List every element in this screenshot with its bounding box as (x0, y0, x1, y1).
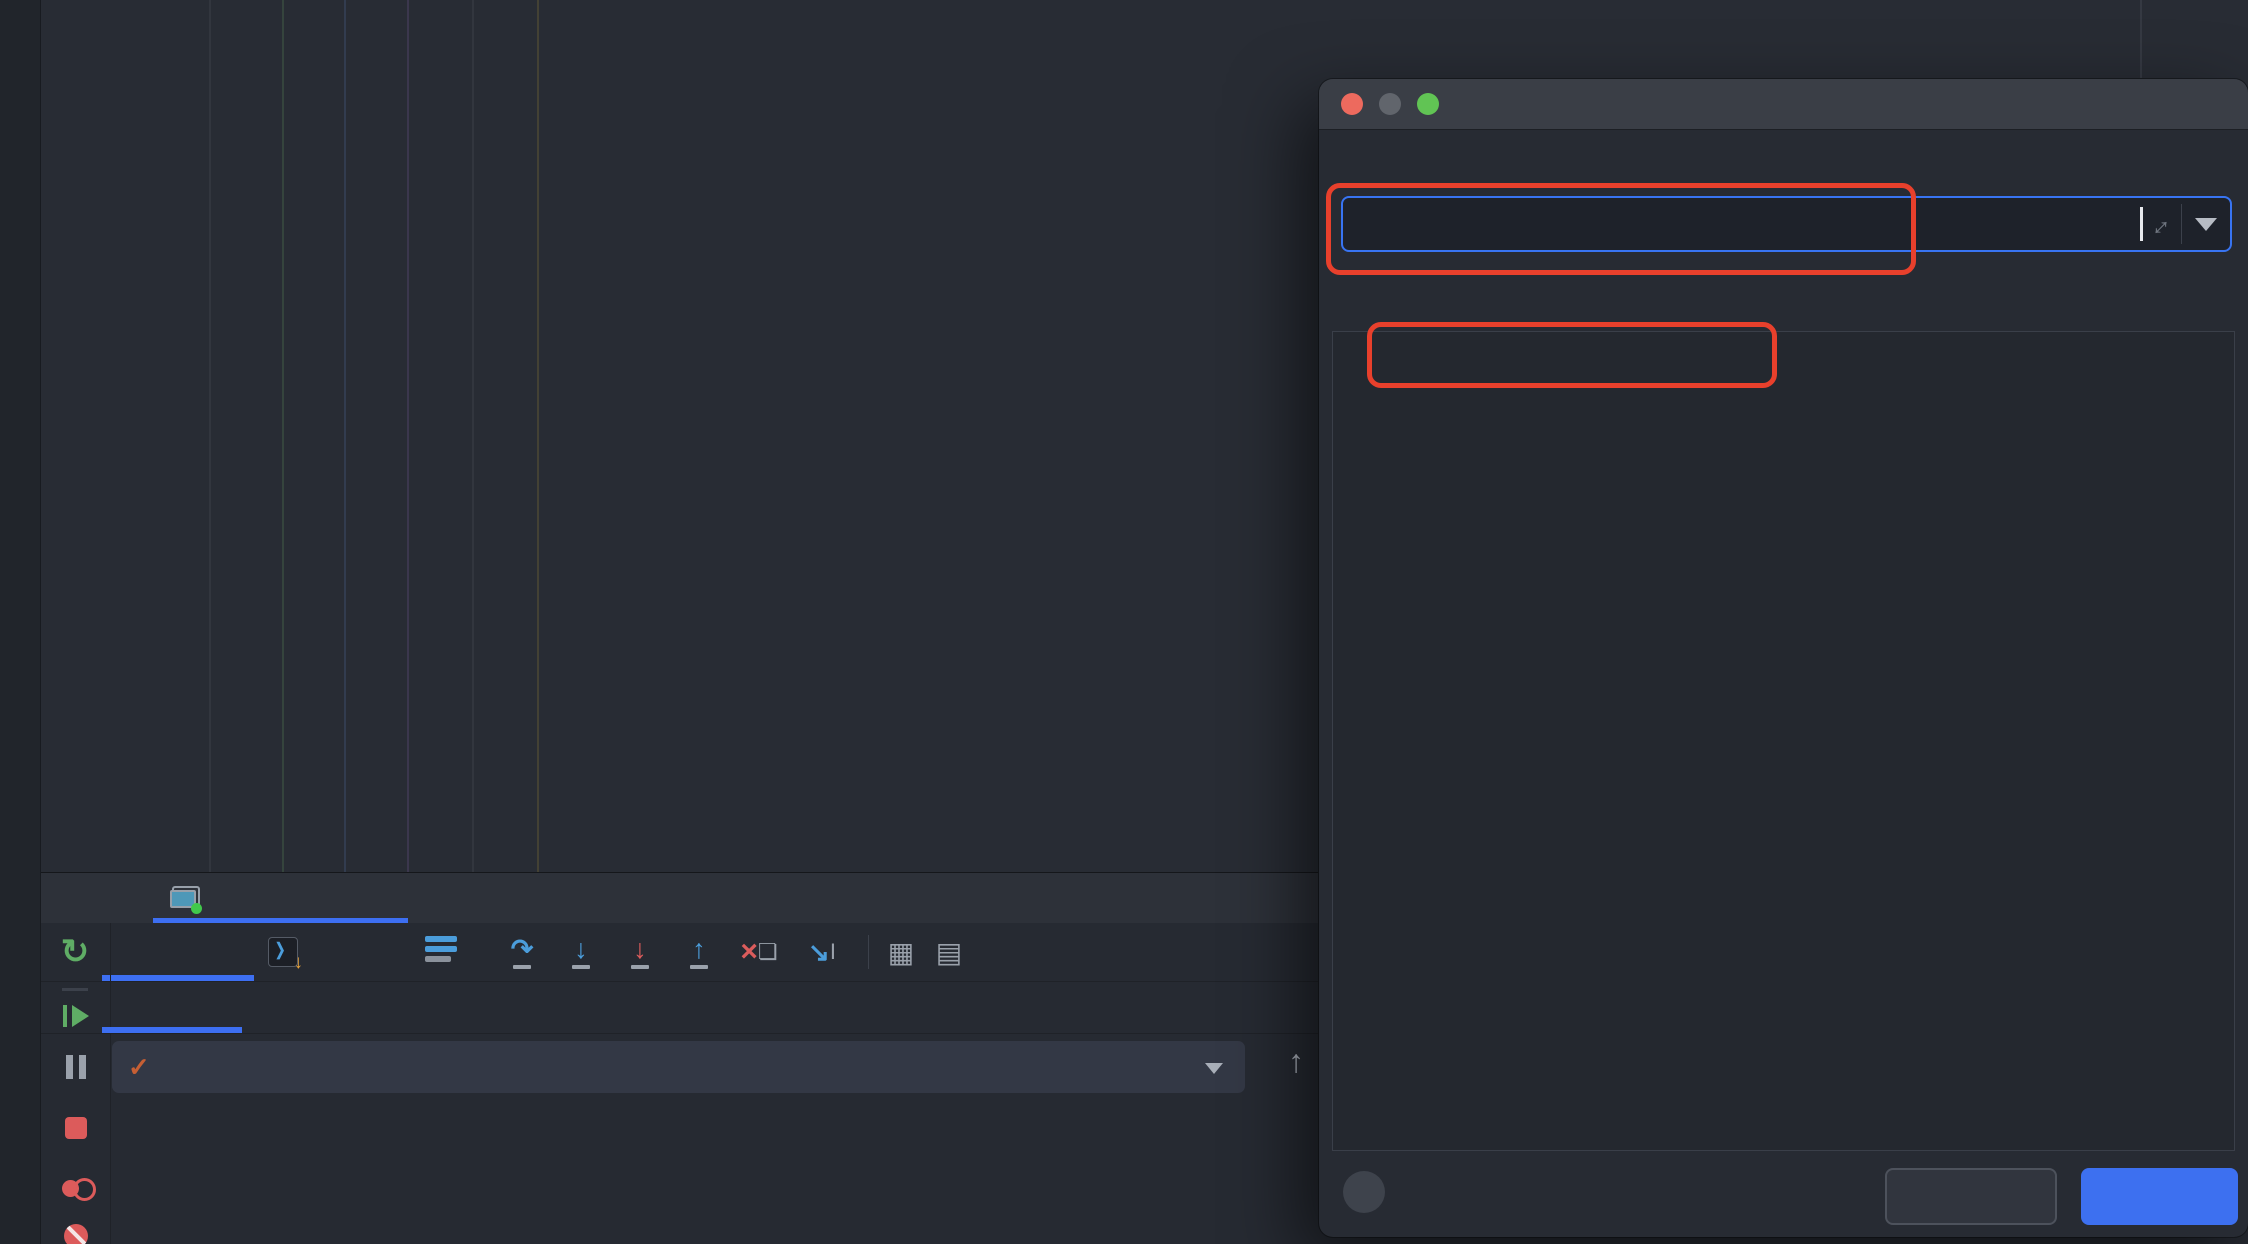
toolbar-separator (868, 935, 869, 969)
indent-guide (407, 0, 409, 872)
macos-minimize-button[interactable] (1379, 93, 1401, 115)
top-frame-icon[interactable]: ↑ (1288, 1043, 1304, 1080)
indent-guide (472, 0, 474, 872)
chevron-down-icon (1205, 1063, 1223, 1074)
rerun-button[interactable]: ↻ (56, 933, 94, 971)
history-dropdown-icon[interactable] (2182, 218, 2230, 231)
run-console-icon (170, 886, 200, 910)
evaluate-expression-button[interactable]: ▦ (882, 933, 920, 971)
layout-settings-button[interactable]: ▤ (930, 933, 968, 971)
macos-close-button[interactable] (1341, 93, 1363, 115)
ide-screen: ↻ ❭↓ ↷ ↓ ↓ ↑ ×❏ ↘I ▦ ▤ (0, 0, 2248, 1244)
drop-frame-button[interactable]: ×❏ (740, 933, 778, 971)
run-to-cursor-button[interactable]: ↘I (803, 933, 841, 971)
stop-button[interactable] (58, 1110, 94, 1146)
close-button[interactable] (1885, 1168, 2057, 1225)
threads-view-icon[interactable] (425, 936, 457, 966)
force-step-into-button[interactable]: ↓ (621, 933, 659, 971)
expression-input[interactable]: ↔ (1341, 196, 2232, 252)
thread-dropdown[interactable]: ✓ (112, 1041, 1245, 1093)
evaluate-button[interactable] (2081, 1168, 2238, 1225)
help-button[interactable] (1343, 1171, 1385, 1213)
macos-zoom-button[interactable] (1417, 93, 1439, 115)
step-out-button[interactable]: ↑ (680, 933, 718, 971)
dialog-titlebar[interactable] (1319, 79, 2248, 130)
indent-guide (537, 0, 539, 872)
tool-window-strip (0, 0, 41, 1244)
indent-guide (344, 0, 346, 872)
indent-guide (209, 0, 211, 872)
console-tab-icon: ❭↓ (268, 937, 298, 967)
mute-breakpoints-button[interactable] (58, 1218, 94, 1244)
view-breakpoints-button[interactable] (58, 1170, 94, 1206)
debug-session-tab[interactable] (170, 873, 230, 923)
step-over-button[interactable]: ↷ (503, 933, 541, 971)
thread-status-icon: ✓ (128, 1052, 150, 1083)
indent-guide (282, 0, 284, 872)
result-tree-panel (1332, 331, 2235, 1151)
step-into-button[interactable]: ↓ (562, 933, 600, 971)
evaluate-dialog: ↔ (1319, 79, 2248, 1237)
